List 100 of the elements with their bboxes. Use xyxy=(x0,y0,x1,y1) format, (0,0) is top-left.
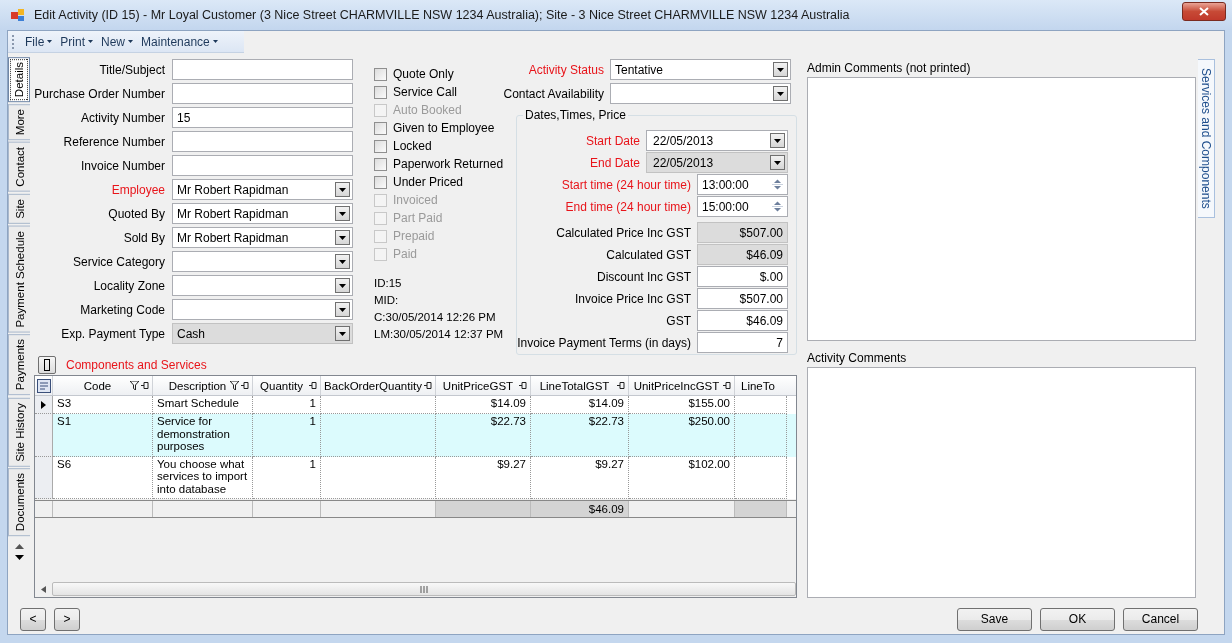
table-cell: $22.73 xyxy=(531,414,629,457)
menu-item[interactable]: New xyxy=(97,34,138,49)
side-tab[interactable]: Documents xyxy=(8,468,30,537)
table-cell: You choose what services to import into database xyxy=(153,456,253,499)
field-label: Invoice Payment Terms (in days) xyxy=(517,335,692,350)
filter-icon[interactable] xyxy=(230,381,239,390)
record-info: C:30/05/2014 12:26 PM xyxy=(374,311,497,323)
dropdown-button[interactable] xyxy=(770,133,785,148)
field-label: GST xyxy=(666,313,692,328)
checkbox[interactable] xyxy=(374,67,387,81)
pin-icon[interactable] xyxy=(140,381,149,390)
caret-icon xyxy=(777,67,784,72)
table-row[interactable]: S6 You choose what services to import into database 1 $9.27 $9.27 $102.00 xyxy=(35,456,796,499)
comments-label: Activity Comments xyxy=(807,350,908,367)
number-field[interactable]: $.00 xyxy=(697,266,788,287)
number-field[interactable]: $46.09 xyxy=(697,310,788,331)
dialog-button[interactable]: Cancel xyxy=(1123,607,1198,631)
dropdown-button[interactable] xyxy=(335,302,350,317)
side-tab[interactable]: Services and Components xyxy=(1198,59,1215,218)
nav-button[interactable]: < xyxy=(20,607,46,631)
dropdown-button[interactable] xyxy=(773,86,788,101)
menu-item[interactable]: Print xyxy=(56,34,98,49)
number-field[interactable]: $507.00 xyxy=(697,288,788,309)
checkbox[interactable] xyxy=(374,85,387,99)
menu-item[interactable]: Maintenance xyxy=(137,34,222,49)
side-tab[interactable]: Payment Schedule xyxy=(8,225,30,333)
column-header[interactable]: Code xyxy=(53,376,153,395)
text-field[interactable] xyxy=(172,83,353,104)
side-tab[interactable]: Details xyxy=(8,57,30,103)
caret-icon xyxy=(774,160,781,165)
pin-icon[interactable] xyxy=(722,381,731,390)
dropdown-button[interactable] xyxy=(773,62,788,77)
text-field[interactable]: 15 xyxy=(172,107,353,128)
column-header[interactable]: LineTo xyxy=(735,376,787,395)
menu-item[interactable]: File xyxy=(21,34,57,49)
side-tab[interactable]: Payments xyxy=(8,334,30,396)
spinner-icon[interactable] xyxy=(771,199,784,214)
text-field[interactable] xyxy=(172,131,353,152)
checkbox[interactable] xyxy=(374,121,387,135)
window-title: Edit Activity (ID 15) - Mr Loyal Customer (3 Nice Street CHARMVILLE NSW 1234 Australia); Site - 3 Nice Street CHARMVILLE NSW 1234 Australia xyxy=(34,8,851,22)
column-header[interactable]: LineTotalGST xyxy=(531,376,629,395)
table-row[interactable]: S1 Service for demonstration purposes 1 $22.73 $22.73 $250.00 xyxy=(35,414,796,457)
dropdown-field[interactable] xyxy=(172,299,353,320)
field-label: Start Date xyxy=(585,133,641,148)
pin-icon[interactable] xyxy=(518,381,527,390)
summary-cell xyxy=(735,501,787,517)
checkbox[interactable] xyxy=(374,175,387,189)
number-field[interactable]: 7 xyxy=(697,332,788,353)
checkbox[interactable] xyxy=(374,157,387,171)
side-tab[interactable]: Contact xyxy=(8,142,30,192)
scroll-down-icon[interactable] xyxy=(14,555,24,561)
dropdown-field[interactable] xyxy=(172,251,353,272)
dropdown-field[interactable] xyxy=(172,275,353,296)
checkbox-label: Invoiced xyxy=(393,193,438,207)
checkbox-label: Auto Booked xyxy=(393,103,462,117)
pin-icon[interactable] xyxy=(308,381,317,390)
table-cell: S6 xyxy=(53,456,153,499)
column-header[interactable]: Quantity xyxy=(253,376,321,395)
nav-button[interactable]: > xyxy=(54,607,80,631)
dropdown-button[interactable] xyxy=(335,278,350,293)
text-field[interactable] xyxy=(172,59,353,80)
row-header[interactable] xyxy=(35,396,53,414)
dialog-button[interactable]: OK xyxy=(1040,607,1115,631)
dropdown-field[interactable] xyxy=(610,83,791,104)
pin-icon[interactable] xyxy=(616,381,625,390)
filter-icon[interactable] xyxy=(130,381,139,390)
scroll-up-icon[interactable] xyxy=(14,544,24,550)
scroll-left-icon[interactable] xyxy=(41,585,46,593)
text-field[interactable] xyxy=(172,155,353,176)
table-row[interactable]: S3 Smart Schedule 1 $14.09 $14.09 $155.00 xyxy=(35,396,796,414)
side-tab[interactable]: Site History xyxy=(8,397,30,467)
column-header[interactable]: UnitPriceIncGST xyxy=(629,376,735,395)
close-button[interactable] xyxy=(1182,1,1226,21)
dropdown-button[interactable] xyxy=(335,206,350,221)
checkbox[interactable] xyxy=(374,139,387,153)
comments-label: Admin Comments (not printed) xyxy=(807,60,972,77)
dropdown-field[interactable]: Tentative xyxy=(610,59,791,80)
spinner-icon[interactable] xyxy=(771,177,784,192)
dropdown-field[interactable]: Mr Robert Rapidman xyxy=(172,179,353,200)
dialog-button[interactable]: Save xyxy=(957,607,1032,631)
column-header[interactable]: BackOrderQuantity xyxy=(321,376,436,395)
section-title: Components and Services xyxy=(66,358,207,372)
side-tab[interactable]: More xyxy=(8,104,30,141)
toggle-button[interactable] xyxy=(38,356,56,374)
dropdown-field[interactable]: Mr Robert Rapidman xyxy=(172,203,353,224)
column-chooser-icon[interactable] xyxy=(36,378,51,393)
field-label: Discount Inc GST xyxy=(596,269,692,284)
checkbox-label: Paid xyxy=(393,247,418,261)
dropdown-button[interactable] xyxy=(335,230,350,245)
time-field[interactable]: 13:00:00 xyxy=(697,174,788,195)
column-header[interactable]: UnitPriceGST xyxy=(436,376,531,395)
dropdown-field[interactable]: 22/05/2013 xyxy=(646,130,788,151)
time-field[interactable]: 15:00:00 xyxy=(697,196,788,217)
column-header[interactable]: Description xyxy=(153,376,253,395)
dropdown-button[interactable] xyxy=(335,182,350,197)
side-tab[interactable]: Site xyxy=(8,194,30,224)
pin-icon[interactable] xyxy=(423,381,432,390)
dropdown-field[interactable]: Mr Robert Rapidman xyxy=(172,227,353,248)
pin-icon[interactable] xyxy=(240,381,249,390)
dropdown-button[interactable] xyxy=(335,254,350,269)
